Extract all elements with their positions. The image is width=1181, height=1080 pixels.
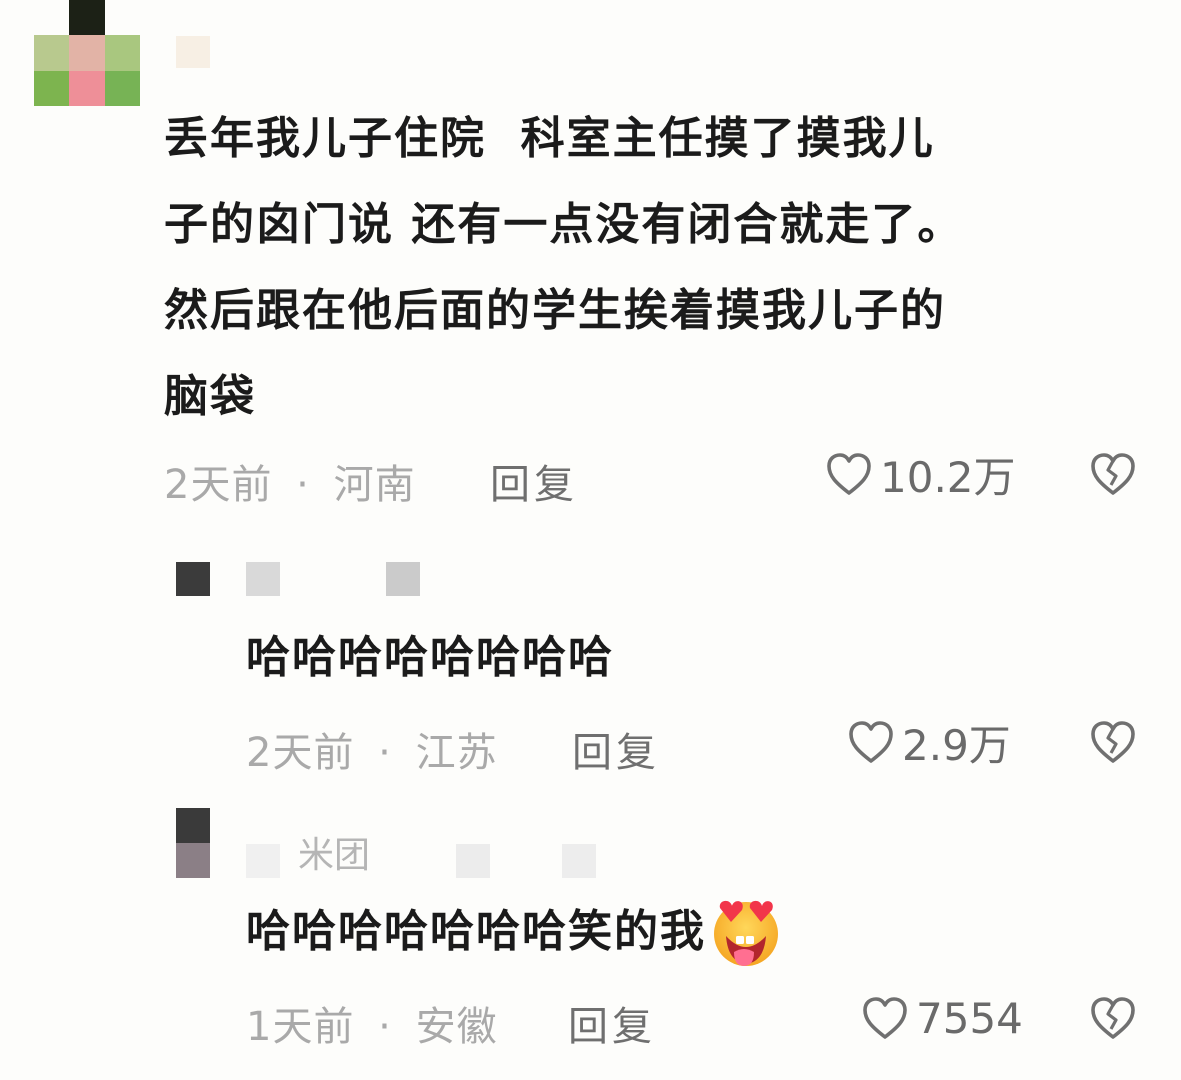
- reply-button[interactable]: 回复: [572, 720, 660, 778]
- heart-outline-icon: [862, 996, 908, 1040]
- comment-meta: 1天前 · 安徽: [246, 994, 498, 1052]
- comment-text-body: 哈哈哈哈哈哈哈笑的我: [246, 906, 706, 957]
- avatar[interactable]: [176, 562, 210, 596]
- comment-line: 脑袋: [164, 371, 256, 422]
- avatar[interactable]: [176, 808, 210, 878]
- username-redacted: [456, 844, 490, 878]
- comment-text: 丢年我儿子住院 科室主任摸了摸我儿 子的囟门说 还有一点没有闭合就走了。 然后跟…: [164, 96, 1154, 440]
- star-struck-tongue-emoji: [708, 896, 784, 968]
- comment-location: 安徽: [415, 1004, 498, 1050]
- broken-heart-icon[interactable]: [1090, 452, 1136, 496]
- username-redacted: [246, 844, 280, 878]
- comment-meta: 2天前 · 河南: [164, 452, 416, 510]
- comment-line: 然后跟在他后面的学生挨着摸我儿子的: [164, 285, 946, 336]
- comment-location: 河南: [333, 462, 416, 508]
- broken-heart-icon[interactable]: [1090, 720, 1136, 764]
- like-count: 2.9万: [902, 720, 1011, 770]
- comment-meta: 2天前 · 江苏: [246, 720, 498, 778]
- broken-heart-icon[interactable]: [1090, 996, 1136, 1040]
- comment-location: 江苏: [415, 730, 498, 776]
- avatar[interactable]: [34, 0, 140, 106]
- meta-separator: ·: [296, 462, 310, 508]
- like-count: 10.2万: [880, 452, 1016, 502]
- username-redacted[interactable]: [246, 562, 280, 596]
- like-button[interactable]: 10.2万: [826, 450, 1016, 502]
- reply-button[interactable]: 回复: [568, 994, 656, 1052]
- comment-time: 2天前: [246, 730, 355, 776]
- username[interactable]: 米团: [298, 826, 370, 878]
- comment-time: 2天前: [164, 462, 273, 508]
- meta-separator: ·: [378, 730, 392, 776]
- like-button[interactable]: 7554: [862, 993, 1023, 1043]
- comment-line: 丢年我儿子住院 科室主任摸了摸我儿: [164, 113, 935, 164]
- reply-button[interactable]: 回复: [490, 452, 578, 510]
- like-count: 7554: [916, 993, 1023, 1043]
- meta-separator: ·: [378, 1004, 392, 1050]
- heart-outline-icon: [848, 720, 894, 764]
- comment-time: 1天前: [246, 1004, 355, 1050]
- comment-line: 子的囟门说 还有一点没有闭合就走了。: [164, 199, 964, 250]
- like-button[interactable]: 2.9万: [848, 718, 1011, 770]
- comment-text: 哈哈哈哈哈哈哈笑的我: [246, 896, 784, 968]
- username-redacted[interactable]: [176, 36, 210, 68]
- heart-outline-icon: [826, 452, 872, 496]
- username-redacted: [562, 844, 596, 878]
- comment-text: 哈哈哈哈哈哈哈哈: [246, 632, 614, 683]
- username-redacted: [386, 562, 420, 596]
